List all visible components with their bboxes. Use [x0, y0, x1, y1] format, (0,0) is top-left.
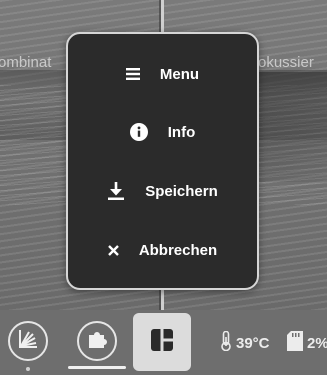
exposure-button[interactable] [8, 321, 48, 361]
camera-screen: ombinat okussier Menu Info Speichern Abb… [0, 0, 327, 375]
menu-item-info[interactable]: Info [68, 112, 257, 152]
download-icon [107, 182, 125, 200]
menu-item-menu[interactable]: Menu [68, 54, 257, 94]
active-tab-indicator [68, 366, 126, 369]
layout-button[interactable] [133, 313, 191, 371]
thermometer-icon [220, 330, 236, 355]
hamburger-icon [125, 68, 140, 80]
info-icon [129, 123, 148, 141]
storage-status: 2% [287, 331, 327, 355]
exposure-icon [15, 326, 41, 357]
close-icon [107, 244, 119, 256]
menu-item-save[interactable]: Speichern [68, 171, 257, 211]
menu-item-label: Menu [159, 65, 200, 83]
menu-item-cancel[interactable]: Abbrechen [68, 230, 257, 270]
background-label-left: ombinat [0, 54, 52, 71]
preview-dark-area [250, 72, 327, 182]
menu-item-label: Abbrechen [138, 241, 218, 259]
storage-value: 2% [307, 334, 327, 352]
sd-card-icon [287, 331, 307, 355]
context-menu: Menu Info Speichern Abbrechen [66, 32, 259, 290]
plugin-button[interactable] [77, 321, 117, 361]
background-label-right: okussier [258, 54, 314, 71]
temperature-status: 39°C [220, 330, 270, 355]
bottom-toolbar: 39°C 2% [0, 310, 327, 375]
temperature-value: 39°C [236, 334, 270, 352]
menu-item-label: Info [167, 123, 196, 141]
menu-item-label: Speichern [145, 182, 218, 200]
page-indicator-dot [26, 367, 30, 371]
layout-icon [151, 328, 173, 356]
puzzle-icon [85, 327, 109, 356]
